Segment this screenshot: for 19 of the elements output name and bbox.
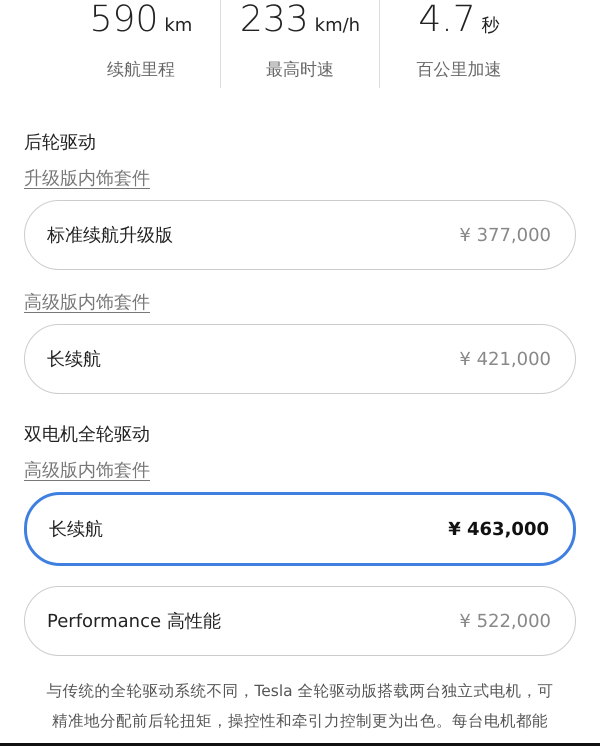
package-link[interactable]: 高级版内饰套件 <box>24 290 150 314</box>
stat-unit: 秒 <box>482 14 500 37</box>
trim-option[interactable]: 标准续航升级版 ¥ 377,000 <box>24 200 576 270</box>
trim-option[interactable]: Performance 高性能 ¥ 522,000 <box>24 586 576 656</box>
trim-option[interactable]: 长续航 ¥ 421,000 <box>24 324 576 394</box>
stat-label: 最高时速 <box>266 59 334 81</box>
section-heading: 双电机全轮驱动 <box>24 423 150 446</box>
description-text: 与传统的全轮驱动系统不同，Tesla 全轮驱动版搭载两台独立式电机，可精准地分配前后轮扭矩，操控性和牵引力控制更为出色。每台电机都能 <box>45 681 555 732</box>
stat-label: 百公里加速 <box>416 59 502 81</box>
stat-label: 续航里程 <box>107 59 175 81</box>
stat-value: 4.7 <box>418 0 476 40</box>
section-heading: 后轮驱动 <box>24 131 96 154</box>
stat-value: 590 <box>90 0 158 40</box>
trim-option[interactable]: 长续航 ¥ 463,000 <box>24 492 576 566</box>
stat-unit: km/h <box>314 15 360 36</box>
stat-unit: km <box>164 15 192 36</box>
package-link[interactable]: 高级版内饰套件 <box>24 458 150 482</box>
package-link[interactable]: 升级版内饰套件 <box>24 166 150 190</box>
stat-value: 233 <box>240 0 309 40</box>
